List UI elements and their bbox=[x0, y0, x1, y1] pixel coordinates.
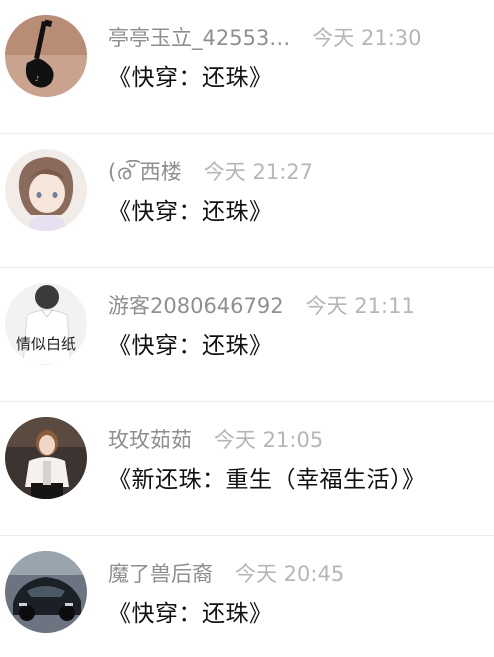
username[interactable]: 魔了兽后裔 bbox=[108, 562, 213, 586]
anime-girl-avatar[interactable] bbox=[5, 149, 87, 231]
timestamp: 今天 21:05 bbox=[214, 428, 324, 452]
timestamp: 今天 21:27 bbox=[203, 160, 313, 184]
username[interactable]: 玫玫茹茹 bbox=[108, 428, 192, 452]
woman-photo-avatar[interactable] bbox=[5, 417, 87, 499]
username[interactable]: 游客2080646792 bbox=[108, 294, 284, 318]
username[interactable]: 亭亭玉立_42553… bbox=[108, 26, 290, 50]
message-list: ♪ 亭亭玉立_42553… 今天 21:30 《快穿：还珠》 (ര്͡͡͡ 西楼今… bbox=[0, 0, 494, 657]
message-meta: 游客2080646792 今天 21:11 bbox=[108, 290, 484, 322]
message-meta: 魔了兽后裔 今天 20:45 bbox=[108, 558, 484, 590]
person-white-shirt-avatar[interactable]: 情似白纸 bbox=[5, 283, 87, 365]
list-item[interactable]: 玫玫茹茹 今天 21:05 《新还珠：重生（幸福生活）》 bbox=[0, 402, 494, 536]
message-content[interactable]: 《快穿：还珠》 bbox=[108, 60, 488, 96]
message-content[interactable]: 《快穿：还珠》 bbox=[108, 596, 488, 632]
message-content[interactable]: 《快穿：还珠》 bbox=[108, 194, 488, 230]
timestamp: 今天 21:30 bbox=[312, 26, 422, 50]
username[interactable]: (ര്͡͡͡ 西楼 bbox=[108, 160, 182, 184]
svg-text:♪: ♪ bbox=[35, 75, 39, 83]
message-meta: 玫玫茹茹 今天 21:05 bbox=[108, 424, 484, 456]
list-item[interactable]: 魔了兽后裔 今天 20:45 《快穿：还珠》 bbox=[0, 536, 494, 657]
sports-car-avatar[interactable] bbox=[5, 551, 87, 633]
message-meta: 亭亭玉立_42553… 今天 21:30 bbox=[108, 22, 484, 54]
message-content[interactable]: 《新还珠：重生（幸福生活）》 bbox=[108, 462, 488, 498]
timestamp: 今天 20:45 bbox=[235, 562, 345, 586]
avatar-caption: 情似白纸 bbox=[15, 335, 76, 353]
list-item[interactable]: 情似白纸 游客2080646792 今天 21:11 《快穿：还珠》 bbox=[0, 268, 494, 402]
message-meta: (ര്͡͡͡ 西楼 今天 21:27 bbox=[108, 156, 484, 188]
timestamp: 今天 21:11 bbox=[305, 294, 415, 318]
guitar-tattoo-avatar[interactable]: ♪ bbox=[5, 15, 87, 97]
message-content[interactable]: 《快穿：还珠》 bbox=[108, 328, 488, 364]
list-item[interactable]: ♪ 亭亭玉立_42553… 今天 21:30 《快穿：还珠》 bbox=[0, 0, 494, 134]
list-item[interactable]: (ര്͡͡͡ 西楼 今天 21:27 《快穿：还珠》 bbox=[0, 134, 494, 268]
